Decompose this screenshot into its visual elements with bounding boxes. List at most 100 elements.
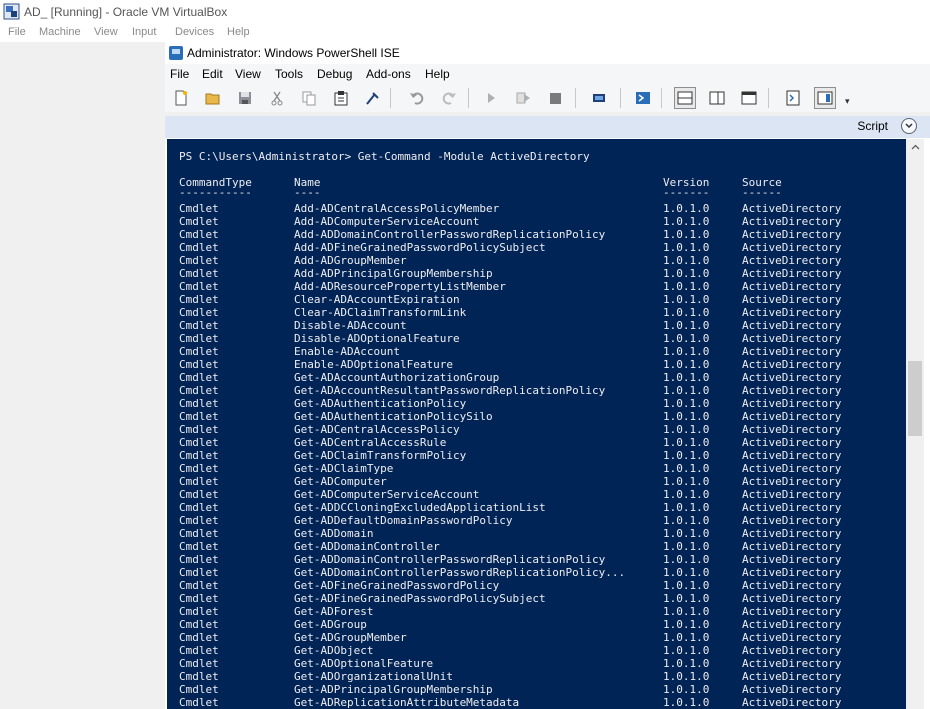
cell-version: 1.0.1.0 bbox=[663, 566, 710, 579]
table-row: Cmdlet Get-ADCentralAccessRule 1.0.1.0 Acti… bbox=[167, 436, 906, 449]
cell-version: 1.0.1.0 bbox=[663, 358, 710, 371]
cell-commandtype: Cmdlet bbox=[179, 566, 219, 579]
cell-commandtype: Cmdlet bbox=[179, 215, 219, 228]
ise-titlebar: Administrator: Windows PowerShell ISE bbox=[165, 42, 930, 64]
cell-name: Add-ADComputerServiceAccount bbox=[294, 215, 480, 228]
layout-right-icon[interactable] bbox=[706, 87, 728, 109]
cell-name: Get-ADFineGrainedPasswordPolicySubject bbox=[294, 592, 546, 605]
cell-source: ActiveDirectory bbox=[742, 267, 842, 280]
show-script-pane-button[interactable] bbox=[901, 118, 917, 134]
new-file-icon[interactable] bbox=[170, 87, 192, 109]
save-icon[interactable] bbox=[234, 87, 256, 109]
cell-commandtype: Cmdlet bbox=[179, 631, 219, 644]
clear-console-icon[interactable] bbox=[362, 87, 384, 109]
cell-name: Get-ADOptionalFeature bbox=[294, 657, 434, 670]
cell-commandtype: Cmdlet bbox=[179, 475, 219, 488]
cell-version: 1.0.1.0 bbox=[663, 475, 710, 488]
cell-name: Get-ADAuthenticationPolicy bbox=[294, 397, 467, 410]
cell-name: Add-ADDomainControllerPasswordReplicatio… bbox=[294, 228, 606, 241]
powershell-icon[interactable] bbox=[632, 87, 654, 109]
cell-name: Get-ADReplicationAttributeMetadata bbox=[294, 696, 520, 709]
table-row: Cmdlet Enable-ADAccount 1.0.1.0 ActiveDirec… bbox=[167, 345, 906, 358]
cell-commandtype: Cmdlet bbox=[179, 397, 219, 410]
stop-icon[interactable] bbox=[544, 87, 566, 109]
scroll-thumb[interactable] bbox=[908, 361, 922, 436]
toolbar-overflow-icon[interactable]: ▾ bbox=[845, 96, 850, 107]
cell-source: ActiveDirectory bbox=[742, 371, 842, 384]
powershell-ise-icon bbox=[169, 46, 183, 60]
table-row: Cmdlet Get-ADDomainControllerPasswordRepl… bbox=[167, 553, 906, 566]
vbox-menu-file[interactable]: File bbox=[8, 26, 26, 38]
cell-commandtype: Cmdlet bbox=[179, 540, 219, 553]
ise-menu-edit[interactable]: Edit bbox=[202, 67, 223, 81]
layout-top-icon[interactable] bbox=[674, 87, 696, 109]
cell-commandtype: Cmdlet bbox=[179, 501, 219, 514]
table-row: Cmdlet Add-ADDomainControllerPasswordRepl… bbox=[167, 228, 906, 241]
paste-icon[interactable] bbox=[330, 87, 352, 109]
toolbar-separator bbox=[575, 88, 576, 108]
cell-version: 1.0.1.0 bbox=[663, 683, 710, 696]
vbox-menu-machine[interactable]: Machine bbox=[39, 26, 81, 38]
toolbar-separator bbox=[468, 88, 469, 108]
cell-source: ActiveDirectory bbox=[742, 579, 842, 592]
table-row: Cmdlet Get-ADDomain 1.0.1.0 ActiveDirectory bbox=[167, 527, 906, 540]
toolbar-separator bbox=[768, 88, 769, 108]
remote-session-icon[interactable] bbox=[588, 87, 610, 109]
cell-version: 1.0.1.0 bbox=[663, 605, 710, 618]
cell-name: Add-ADFineGrainedPasswordPolicySubject bbox=[294, 241, 546, 254]
ise-menu-debug[interactable]: Debug bbox=[317, 67, 352, 81]
cell-source: ActiveDirectory bbox=[742, 618, 842, 631]
cell-commandtype: Cmdlet bbox=[179, 657, 219, 670]
ise-menu-help[interactable]: Help bbox=[425, 67, 450, 81]
cell-commandtype: Cmdlet bbox=[179, 228, 219, 241]
vbox-menu-input[interactable]: Input bbox=[132, 26, 156, 38]
cell-name: Get-ADDefaultDomainPasswordPolicy bbox=[294, 514, 513, 527]
toolbar-separator bbox=[620, 88, 621, 108]
undo-icon[interactable] bbox=[406, 87, 428, 109]
show-command-icon[interactable] bbox=[782, 87, 804, 109]
command-addon-icon[interactable] bbox=[814, 87, 836, 109]
script-pane-label[interactable]: Script bbox=[857, 119, 888, 133]
cell-name: Add-ADPrincipalGroupMembership bbox=[294, 267, 493, 280]
cut-icon[interactable] bbox=[266, 87, 288, 109]
ise-menu-view[interactable]: View bbox=[235, 67, 261, 81]
console-pane[interactable]: PS C:\Users\Administrator> Get-Command -… bbox=[167, 139, 906, 709]
open-folder-icon[interactable] bbox=[202, 87, 224, 109]
table-row: Cmdlet Clear-ADClaimTransformLink 1.0.1.0 A… bbox=[167, 306, 906, 319]
cell-name: Get-ADPrincipalGroupMembership bbox=[294, 683, 493, 696]
vbox-menu-devices[interactable]: Devices bbox=[175, 26, 214, 38]
cell-source: ActiveDirectory bbox=[742, 202, 842, 215]
cell-version: 1.0.1.0 bbox=[663, 306, 710, 319]
table-row: Cmdlet Get-ADDefaultDomainPasswordPolicy 1… bbox=[167, 514, 906, 527]
ise-menu-file[interactable]: File bbox=[170, 67, 189, 81]
copy-icon[interactable] bbox=[298, 87, 320, 109]
layout-max-icon[interactable] bbox=[738, 87, 760, 109]
table-row: Cmdlet Get-ADOptionalFeature 1.0.1.0 Active… bbox=[167, 657, 906, 670]
run-icon[interactable] bbox=[480, 87, 502, 109]
cell-source: ActiveDirectory bbox=[742, 488, 842, 501]
ise-menu-tools[interactable]: Tools bbox=[275, 67, 303, 81]
scroll-up-button[interactable] bbox=[906, 139, 924, 155]
cell-source: ActiveDirectory bbox=[742, 436, 842, 449]
table-row: Cmdlet Get-ADAccountAuthorizationGroup 1.0… bbox=[167, 371, 906, 384]
cell-source: ActiveDirectory bbox=[742, 540, 842, 553]
redo-icon[interactable] bbox=[438, 87, 460, 109]
cell-name: Get-ADCentralAccessRule bbox=[294, 436, 447, 449]
cell-version: 1.0.1.0 bbox=[663, 410, 710, 423]
cell-commandtype: Cmdlet bbox=[179, 293, 219, 306]
cell-source: ActiveDirectory bbox=[742, 566, 842, 579]
table-header-underline: ----------- ---- ------- ------ bbox=[167, 186, 906, 199]
vbox-menu-view[interactable]: View bbox=[94, 26, 118, 38]
run-selection-icon[interactable] bbox=[512, 87, 534, 109]
toolbar-separator bbox=[661, 88, 662, 108]
cell-version: 1.0.1.0 bbox=[663, 488, 710, 501]
cell-commandtype: Cmdlet bbox=[179, 644, 219, 657]
table-row: Cmdlet Get-ADDCCloningExcludedApplication… bbox=[167, 501, 906, 514]
cell-version: 1.0.1.0 bbox=[663, 527, 710, 540]
vbox-menu-help[interactable]: Help bbox=[227, 26, 250, 38]
table-row: Cmdlet Get-ADClaimTransformPolicy 1.0.1.0 A… bbox=[167, 449, 906, 462]
ise-menu-addons[interactable]: Add-ons bbox=[366, 67, 411, 81]
cell-commandtype: Cmdlet bbox=[179, 241, 219, 254]
console-scrollbar[interactable] bbox=[906, 139, 924, 709]
cell-version: 1.0.1.0 bbox=[663, 254, 710, 267]
